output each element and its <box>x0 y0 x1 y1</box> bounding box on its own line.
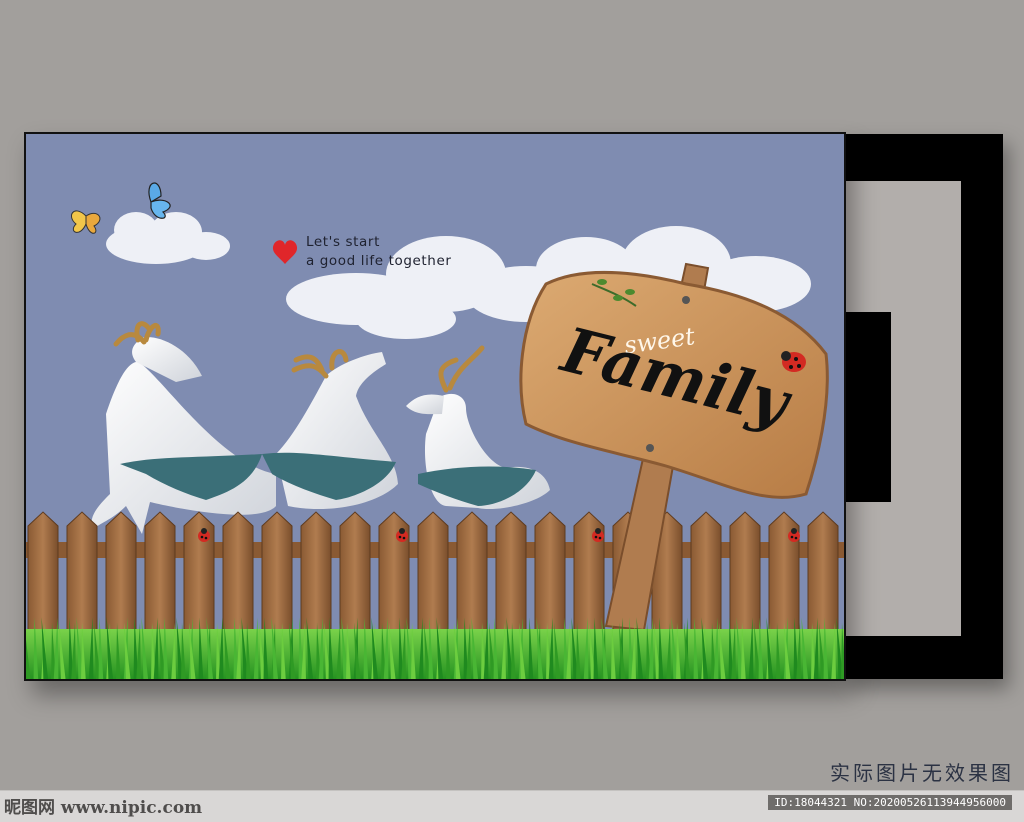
watermark-text: 昵图网 www.nipic.com <box>4 798 203 818</box>
heart-icon <box>272 240 298 264</box>
deer-figure <box>262 349 398 510</box>
tagline-line2: a good life together <box>306 253 452 269</box>
decor-canvas-panel: sweet Family Let's start a good life tog… <box>24 132 846 681</box>
artwork-illustration: sweet Family <box>26 182 844 679</box>
back-frame-tab <box>845 312 891 502</box>
caption-text: 实际图片无效果图 <box>830 761 1014 785</box>
butterfly-icon <box>71 210 101 234</box>
deer-figure <box>91 321 276 534</box>
tagline-line1: Let's start <box>306 234 380 250</box>
tagline: Let's start a good life together <box>306 233 452 271</box>
butterfly-icon <box>148 182 171 219</box>
footer-id-badge: ID:18044321 NO:20200526113944956000 <box>768 795 1012 810</box>
cloud-small <box>106 212 230 264</box>
